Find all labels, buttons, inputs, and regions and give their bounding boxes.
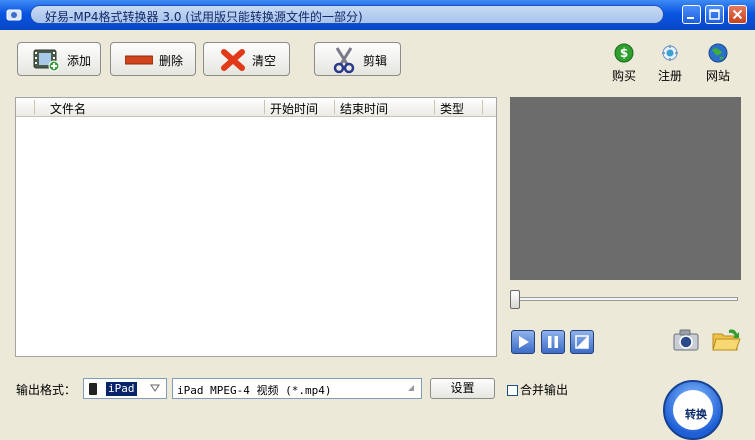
dropdown-corner-icon [408, 385, 414, 391]
camera-icon[interactable] [672, 328, 700, 352]
play-button[interactable] [511, 330, 535, 354]
pause-icon [548, 336, 558, 348]
title-bar: 好易-MP4格式转换器 3.0 (试用版只能转换源文件的一部分) [0, 0, 755, 30]
maximize-icon [709, 9, 720, 20]
add-button-label: 添加 [67, 54, 92, 68]
format-select[interactable]: iPad MPEG-4 视频 (*.mp4) [172, 378, 422, 399]
clip-button-label: 剪辑 [363, 54, 388, 68]
scissors-icon [333, 47, 355, 74]
video-preview [510, 97, 741, 280]
chevron-down-icon [150, 384, 160, 392]
column-header-type[interactable]: 类型 [440, 100, 464, 117]
window-title-box: 好易-MP4格式转换器 3.0 (试用版只能转换源文件的一部分) [30, 5, 664, 24]
buy-link[interactable]: $ 购买 [604, 43, 644, 93]
film-add-icon [33, 49, 60, 72]
minus-bar-icon [125, 55, 153, 65]
register-icon [662, 45, 678, 61]
app-film-icon [6, 9, 22, 21]
register-label: 注册 [657, 69, 682, 83]
close-icon [732, 9, 743, 20]
format-select-value: iPad MPEG-4 视频 (*.mp4) [177, 384, 332, 397]
svg-text:$: $ [620, 46, 628, 60]
seek-slider-track[interactable] [512, 297, 738, 301]
website-label: 网站 [705, 69, 730, 83]
clip-button[interactable]: 剪辑 [314, 42, 401, 76]
fullscreen-icon [575, 335, 589, 349]
close-button[interactable] [728, 5, 747, 24]
convert-label: 转换 [685, 408, 707, 421]
maximize-button[interactable] [705, 5, 724, 24]
clear-button[interactable]: 清空 [203, 42, 290, 76]
device-select[interactable]: iPad [83, 378, 167, 399]
settings-button[interactable]: 设置 [430, 378, 495, 399]
merge-output-label: 合并输出 [520, 383, 569, 397]
add-button[interactable]: 添加 [17, 42, 101, 76]
globe-icon [708, 43, 728, 63]
minimize-button[interactable] [682, 5, 701, 24]
column-header-end-time[interactable]: 结束时间 [340, 100, 388, 117]
minimize-icon [687, 17, 694, 19]
output-format-label: 输出格式： [16, 383, 77, 397]
pause-button[interactable] [541, 330, 565, 354]
play-icon [519, 336, 529, 348]
merge-checkbox-box[interactable] [507, 385, 518, 396]
device-select-value: iPad [106, 382, 137, 396]
fullscreen-button[interactable] [570, 330, 594, 354]
convert-button[interactable]: 转换 [663, 380, 723, 440]
file-list[interactable]: 文件名 开始时间 结束时间 类型 [15, 97, 497, 357]
website-link[interactable]: 网站 [698, 43, 738, 93]
clear-button-label: 清空 [252, 54, 277, 68]
dollar-coin-icon: $ [614, 43, 634, 63]
column-header-filename[interactable]: 文件名 [50, 100, 86, 117]
folder-open-icon[interactable] [711, 326, 743, 352]
register-link[interactable]: 注册 [650, 43, 690, 93]
file-list-header: 文件名 开始时间 结束时间 类型 [16, 98, 496, 117]
buy-label: 购买 [611, 69, 636, 83]
device-icon [89, 383, 97, 395]
seek-slider-thumb[interactable] [510, 290, 520, 309]
merge-output-checkbox[interactable]: 合并输出 [507, 381, 568, 398]
delete-button[interactable]: 删除 [110, 42, 196, 76]
red-x-icon [221, 49, 245, 71]
column-header-start-time[interactable]: 开始时间 [270, 100, 318, 117]
window-title: 好易-MP4格式转换器 3.0 (试用版只能转换源文件的一部分) [45, 10, 363, 24]
delete-button-label: 删除 [159, 54, 184, 68]
